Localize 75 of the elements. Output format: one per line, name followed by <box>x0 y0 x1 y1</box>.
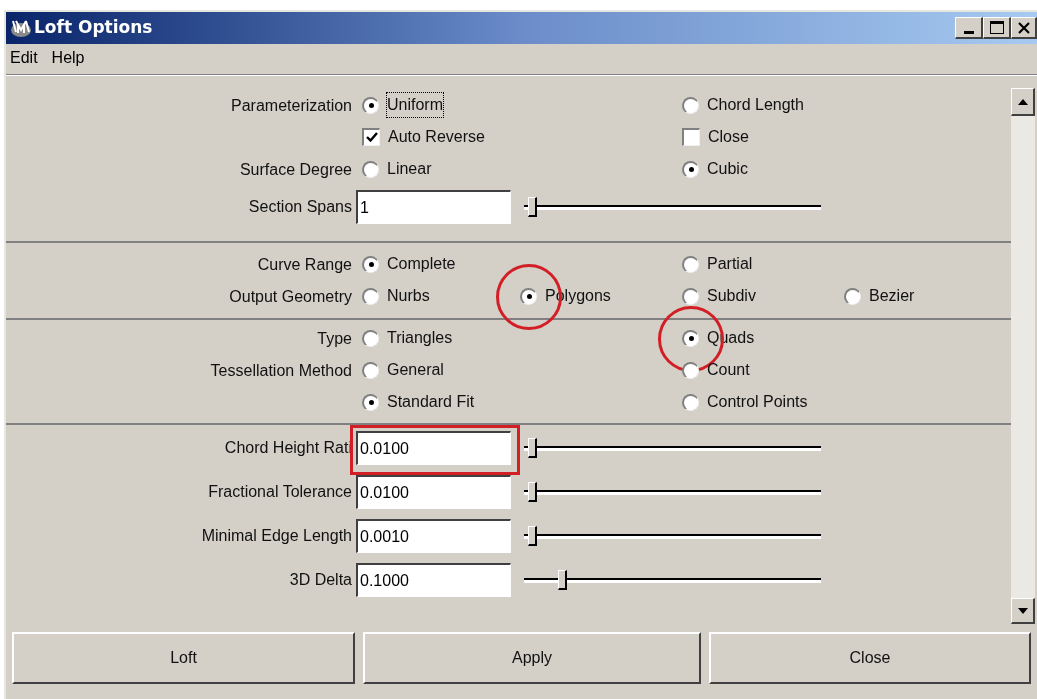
option-label: Subdiv <box>707 286 756 306</box>
slider[interactable] <box>524 196 821 218</box>
radio-button[interactable] <box>682 287 699 305</box>
window-title: Loft Options <box>34 16 153 40</box>
option-label: Chord Length <box>707 95 804 115</box>
input-field[interactable]: 1 <box>356 190 511 224</box>
scrollbar[interactable] <box>1011 88 1035 624</box>
option-label: Cubic <box>707 159 748 179</box>
radio-button[interactable] <box>362 255 379 273</box>
option-label: Linear <box>387 159 432 179</box>
option-label: Count <box>707 360 750 380</box>
radio-button[interactable] <box>362 96 379 114</box>
radio-button[interactable] <box>520 287 537 305</box>
dialog-button[interactable]: Close <box>709 632 1031 684</box>
option-label: Output Geometry <box>229 287 352 307</box>
dialog-button[interactable]: Apply <box>363 632 701 684</box>
scroll-up-button[interactable] <box>1011 88 1035 116</box>
minimize-button[interactable] <box>955 17 983 39</box>
slider-thumb[interactable] <box>557 570 567 590</box>
input-field[interactable]: 0.0100 <box>356 431 511 465</box>
radio-button[interactable] <box>362 329 379 347</box>
option-label: Partial <box>707 254 753 274</box>
slider-thumb[interactable] <box>527 438 537 458</box>
option-label: Control Points <box>707 392 808 412</box>
option-label: Curve Range <box>257 255 352 275</box>
scroll-down-button[interactable] <box>1011 598 1035 624</box>
radio-button[interactable] <box>362 361 379 379</box>
menu-item[interactable]: Edit <box>10 46 38 70</box>
radio-button[interactable] <box>682 393 699 411</box>
slider[interactable] <box>524 569 821 591</box>
radio-button[interactable] <box>682 329 699 347</box>
option-label: Nurbs <box>387 286 430 306</box>
field-label: 3D Delta <box>289 570 352 590</box>
checkbox[interactable] <box>362 128 380 146</box>
close-icon <box>1016 21 1031 34</box>
option-label: Type <box>317 329 352 349</box>
slider[interactable] <box>524 525 821 547</box>
slider-thumb[interactable] <box>527 197 537 217</box>
radio-button[interactable] <box>362 393 379 411</box>
dialog-button[interactable]: Loft <box>12 632 355 684</box>
close-button[interactable] <box>1011 17 1037 39</box>
field-label: Minimal Edge Length <box>201 526 352 546</box>
option-label: Uniform <box>387 93 443 117</box>
radio-button[interactable] <box>844 287 861 305</box>
option-label: Close <box>708 127 749 147</box>
slider-thumb[interactable] <box>527 482 537 502</box>
slider-thumb[interactable] <box>527 526 537 546</box>
radio-button[interactable] <box>682 255 699 273</box>
field-label: Section Spans <box>248 197 352 217</box>
input-field[interactable]: 0.0010 <box>356 519 511 553</box>
radio-button[interactable] <box>682 361 699 379</box>
up-arrow-icon <box>1017 98 1028 105</box>
input-field[interactable]: 0.0100 <box>356 475 511 509</box>
radio-button[interactable] <box>362 287 379 305</box>
radio-button[interactable] <box>362 160 379 178</box>
option-label: Auto Reverse <box>388 127 485 147</box>
option-label: Triangles <box>387 328 453 348</box>
app-logo-icon <box>10 18 32 38</box>
radio-button[interactable] <box>682 96 699 114</box>
input-field[interactable]: 0.1000 <box>356 563 511 597</box>
option-label: Standard Fit <box>387 392 475 412</box>
down-arrow-icon <box>1017 607 1028 614</box>
maximize-button[interactable] <box>983 17 1011 39</box>
menu-item[interactable]: Help <box>51 46 85 70</box>
checkbox[interactable] <box>682 128 700 146</box>
field-label: Fractional Tolerance <box>208 482 352 502</box>
option-label: Tessellation Method <box>210 361 352 381</box>
slider[interactable] <box>524 437 821 459</box>
slider[interactable] <box>524 481 821 503</box>
option-label: Surface Degree <box>239 160 352 180</box>
option-label: Complete <box>387 254 456 274</box>
option-label: Parameterization <box>231 96 352 116</box>
radio-button[interactable] <box>682 160 699 178</box>
option-label: General <box>387 360 444 380</box>
option-label: Bezier <box>869 286 915 306</box>
